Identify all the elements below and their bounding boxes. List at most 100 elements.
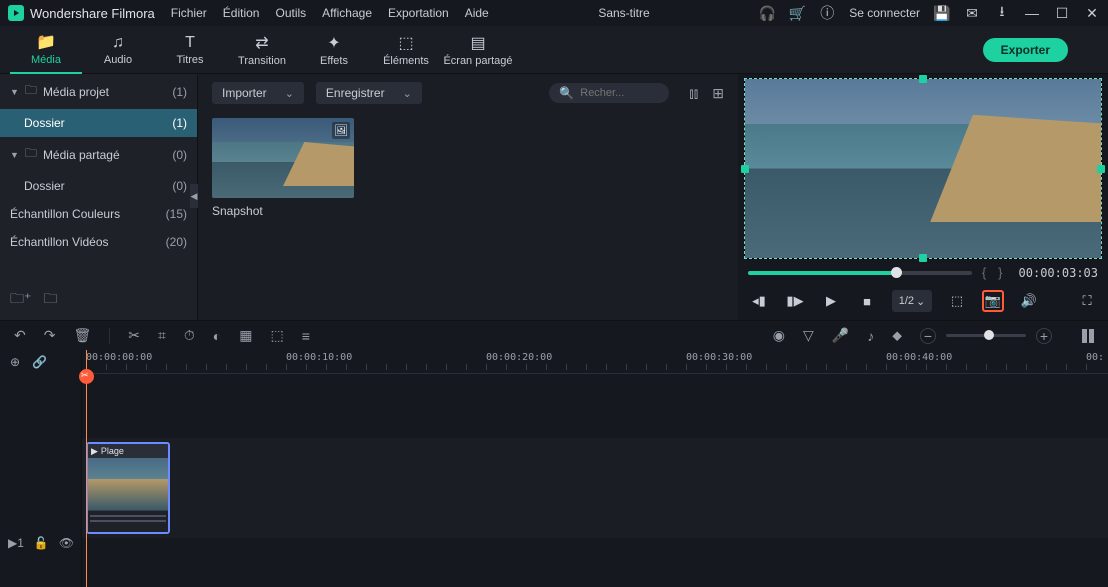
zoom-thumb[interactable] — [984, 330, 994, 340]
clip-header: ▶Plage — [88, 444, 168, 458]
tab-elements[interactable]: ⬚Éléments — [370, 26, 442, 74]
tracks-area[interactable]: 00:00:00:00 00:00:10:00 00:00:20:00 00:0… — [82, 350, 1108, 587]
track-badge[interactable]: ▶1 — [8, 536, 24, 550]
audio-mixer-icon[interactable]: ♪ — [867, 328, 874, 344]
preview-frame[interactable] — [744, 78, 1102, 259]
tab-transition[interactable]: ⇄Transition — [226, 26, 298, 74]
menu-file[interactable]: Fichier — [171, 6, 207, 20]
resize-handle-bottom[interactable] — [919, 254, 927, 262]
sidebar-folder-active[interactable]: Dossier (1) — [0, 109, 197, 137]
folder-icon: 🗀 — [25, 81, 37, 102]
visibility-icon[interactable]: 👁 — [59, 536, 74, 550]
menu-help[interactable]: Aide — [465, 6, 489, 20]
stop-icon[interactable]: ■ — [856, 290, 878, 312]
thumbnail-image: 🖼 — [212, 118, 354, 198]
cut-icon[interactable]: ✂ — [128, 327, 140, 344]
minimize-icon[interactable]: — — [1024, 5, 1040, 21]
search-box[interactable]: 🔍 — [549, 83, 669, 103]
save-icon[interactable]: 💾 — [934, 5, 950, 21]
maximize-icon[interactable]: ☐ — [1054, 5, 1070, 21]
split-icon: ▤ — [470, 33, 485, 53]
transition-icon: ⇄ — [255, 33, 268, 53]
detach-icon[interactable]: ⬚ — [271, 327, 284, 344]
zoom-out-icon[interactable]: − — [920, 328, 936, 344]
tab-media[interactable]: 📁Média — [10, 26, 82, 74]
undo-icon[interactable]: ↶ — [14, 327, 26, 344]
greenscreen-icon[interactable]: ▦ — [239, 327, 252, 344]
delete-icon[interactable]: 🗑 — [73, 327, 91, 344]
filter-icon[interactable]: ⫾⫾ — [689, 85, 698, 102]
tab-split[interactable]: ▤Écran partagé — [442, 26, 514, 74]
sidebar-shared-folder[interactable]: Dossier (0) — [0, 172, 197, 200]
tab-audio[interactable]: ♫Audio — [82, 26, 154, 74]
resize-handle-right[interactable] — [1097, 165, 1105, 173]
meter-icon[interactable] — [1082, 329, 1094, 343]
menu-tools[interactable]: Outils — [275, 6, 306, 20]
sidebar-project-media[interactable]: ▼🗀Média projet (1) — [0, 74, 197, 109]
support-icon[interactable]: 🎧 — [759, 5, 775, 21]
crop-icon[interactable]: ⌗ — [158, 327, 166, 344]
menu-view[interactable]: Affichage — [322, 6, 372, 20]
volume-icon[interactable]: 🔊 — [1018, 290, 1040, 312]
marker-icon[interactable]: ▽ — [803, 327, 814, 344]
play-icon[interactable]: ▶ — [820, 290, 842, 312]
cart-icon[interactable]: 🛒 — [789, 5, 805, 21]
video-track[interactable]: ▶Plage — [82, 438, 1108, 538]
mark-out-icon[interactable]: } — [998, 265, 1002, 280]
app-logo: Wondershare Filmora — [8, 5, 155, 21]
middle-section: ▼🗀Média projet (1) Dossier (1) ▼🗀Média p… — [0, 74, 1108, 320]
prev-frame-icon[interactable]: ◂▮ — [748, 290, 770, 312]
color-icon[interactable]: ◐ — [213, 328, 221, 344]
mark-in-icon[interactable]: { — [982, 265, 986, 280]
empty-track — [82, 374, 1108, 438]
play-pause-icon[interactable]: ▮▶ — [784, 290, 806, 312]
sidebar-shared-media[interactable]: ▼🗀Média partagé (0) — [0, 137, 197, 172]
media-thumbnail[interactable]: 🖼 Snapshot — [212, 118, 354, 218]
info-icon[interactable]: ⓘ — [819, 5, 835, 21]
new-folder-icon[interactable]: 🗀⁺ — [10, 288, 31, 312]
settings-icon[interactable]: ≡ — [302, 328, 310, 344]
add-track-icon[interactable]: ⊕ — [10, 355, 20, 369]
resize-handle-left[interactable] — [741, 165, 749, 173]
voiceover-icon[interactable]: 🎤 — [832, 327, 849, 344]
keyframe-icon[interactable]: ⬥ — [892, 327, 902, 344]
progress-slider[interactable] — [748, 271, 972, 275]
collapse-sidebar-icon[interactable]: ◀ — [190, 184, 198, 208]
menu-export[interactable]: Exportation — [388, 6, 449, 20]
time-ruler[interactable]: 00:00:00:00 00:00:10:00 00:00:20:00 00:0… — [82, 350, 1108, 374]
speed-dropdown[interactable]: 1/2 ⌄ — [892, 290, 932, 312]
fullscreen-icon[interactable]: ⛶ — [1076, 290, 1098, 312]
redo-icon[interactable]: ↷ — [44, 327, 56, 344]
zoom-slider[interactable] — [946, 334, 1026, 337]
display-icon[interactable]: ⬚ — [946, 290, 968, 312]
record-dropdown[interactable]: Enregistrer — [316, 82, 422, 104]
download-icon[interactable]: ⭳ — [994, 5, 1010, 21]
import-dropdown[interactable]: Importer — [212, 82, 304, 104]
music-icon: ♫ — [112, 34, 124, 52]
lock-icon[interactable]: 🔓 — [34, 536, 49, 550]
link-icon[interactable]: 🔗 — [32, 355, 47, 369]
tab-titles[interactable]: TTitres — [154, 26, 226, 74]
close-icon[interactable]: ✕ — [1084, 5, 1100, 21]
effects-icon: ✦ — [327, 33, 340, 53]
snapshot-button[interactable]: 📷 — [982, 290, 1004, 312]
render-icon[interactable]: ◉ — [773, 327, 785, 344]
mail-icon[interactable]: ✉ — [964, 5, 980, 21]
sidebar-sample-colors[interactable]: Échantillon Couleurs (15) — [0, 200, 197, 228]
sidebar-sample-videos[interactable]: Échantillon Vidéos (20) — [0, 228, 197, 256]
speed-icon[interactable]: ⏱ — [184, 327, 195, 344]
search-icon: 🔍 — [559, 86, 574, 100]
zoom-in-icon[interactable]: + — [1036, 328, 1052, 344]
tab-effects[interactable]: ✦Effets — [298, 26, 370, 74]
play-progress-bar: {} 00:00:03:03 — [744, 259, 1102, 286]
export-button[interactable]: Exporter — [983, 38, 1068, 62]
grid-icon[interactable]: ⊞ — [712, 85, 724, 102]
slider-thumb[interactable] — [891, 267, 902, 278]
search-input[interactable] — [580, 87, 660, 99]
signin-link[interactable]: Se connecter — [849, 6, 920, 20]
playhead[interactable] — [86, 350, 87, 587]
menu-edit[interactable]: Édition — [223, 6, 260, 20]
video-clip[interactable]: ▶Plage — [86, 442, 170, 534]
folder-open-icon[interactable]: 🗀 — [43, 288, 57, 312]
resize-handle-top[interactable] — [919, 75, 927, 83]
